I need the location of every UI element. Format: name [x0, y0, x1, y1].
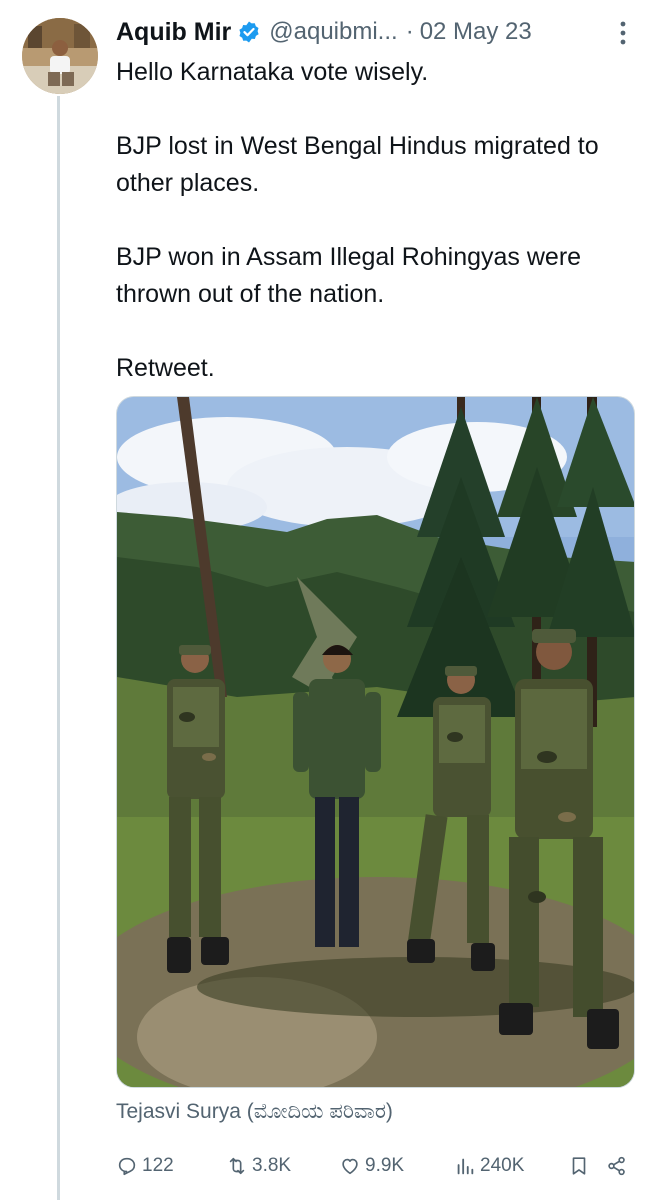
- share-icon: [608, 1156, 625, 1176]
- tweet-paragraph: BJP won in Assam Illegal Rohingyas were …: [116, 243, 582, 308]
- author-avatar[interactable]: [22, 18, 98, 94]
- photo-of-soldiers-in-forest: [117, 397, 634, 1087]
- reply-icon: [118, 1157, 136, 1176]
- tweet-body: Hello Karnataka vote wisely. BJP lost in…: [116, 54, 646, 424]
- heart-icon: [342, 1158, 358, 1175]
- author-handle[interactable]: @aquibmi...: [269, 18, 397, 46]
- retweet-button[interactable]: 3.8K: [226, 1150, 291, 1182]
- retweet-count: 3.8K: [252, 1155, 292, 1176]
- tweet-date[interactable]: 02 May 23: [420, 18, 532, 46]
- bookmark-icon: [572, 1157, 586, 1175]
- thread-line: [57, 96, 60, 1200]
- photo-attribution[interactable]: Tejasvi Surya (ಮೋದಿಯ ಪರಿವಾರ): [116, 1100, 393, 1124]
- reply-count: 122: [142, 1155, 174, 1176]
- tweet-photo[interactable]: [116, 396, 635, 1088]
- reply-button[interactable]: 122: [116, 1150, 174, 1182]
- views-button[interactable]: 240K: [454, 1150, 524, 1182]
- tweet-paragraph: Hello Karnataka vote wisely.: [116, 58, 429, 86]
- bookmark-button[interactable]: [568, 1150, 594, 1182]
- tweet-paragraph: BJP lost in West Bengal Hindus migrated …: [116, 132, 599, 197]
- like-button[interactable]: 9.9K: [339, 1150, 404, 1182]
- verified-badge-icon: [237, 20, 261, 44]
- tweet-actions-bar: 122 3.8K 9.9K 240K: [116, 1150, 636, 1182]
- retweet-icon: [229, 1157, 245, 1175]
- avatar-image: [22, 18, 98, 94]
- tweet-header: Aquib Mir @aquibmi... · 02 May 23: [116, 14, 636, 50]
- tweet-paragraph: Retweet.: [116, 354, 215, 382]
- share-button[interactable]: [606, 1150, 632, 1182]
- header-separator: ·: [405, 18, 414, 45]
- like-count: 9.9K: [365, 1155, 405, 1176]
- views-chart-icon: [457, 1158, 474, 1175]
- more-options-icon[interactable]: [610, 18, 636, 48]
- author-display-name[interactable]: Aquib Mir: [116, 18, 231, 47]
- views-count: 240K: [480, 1155, 525, 1176]
